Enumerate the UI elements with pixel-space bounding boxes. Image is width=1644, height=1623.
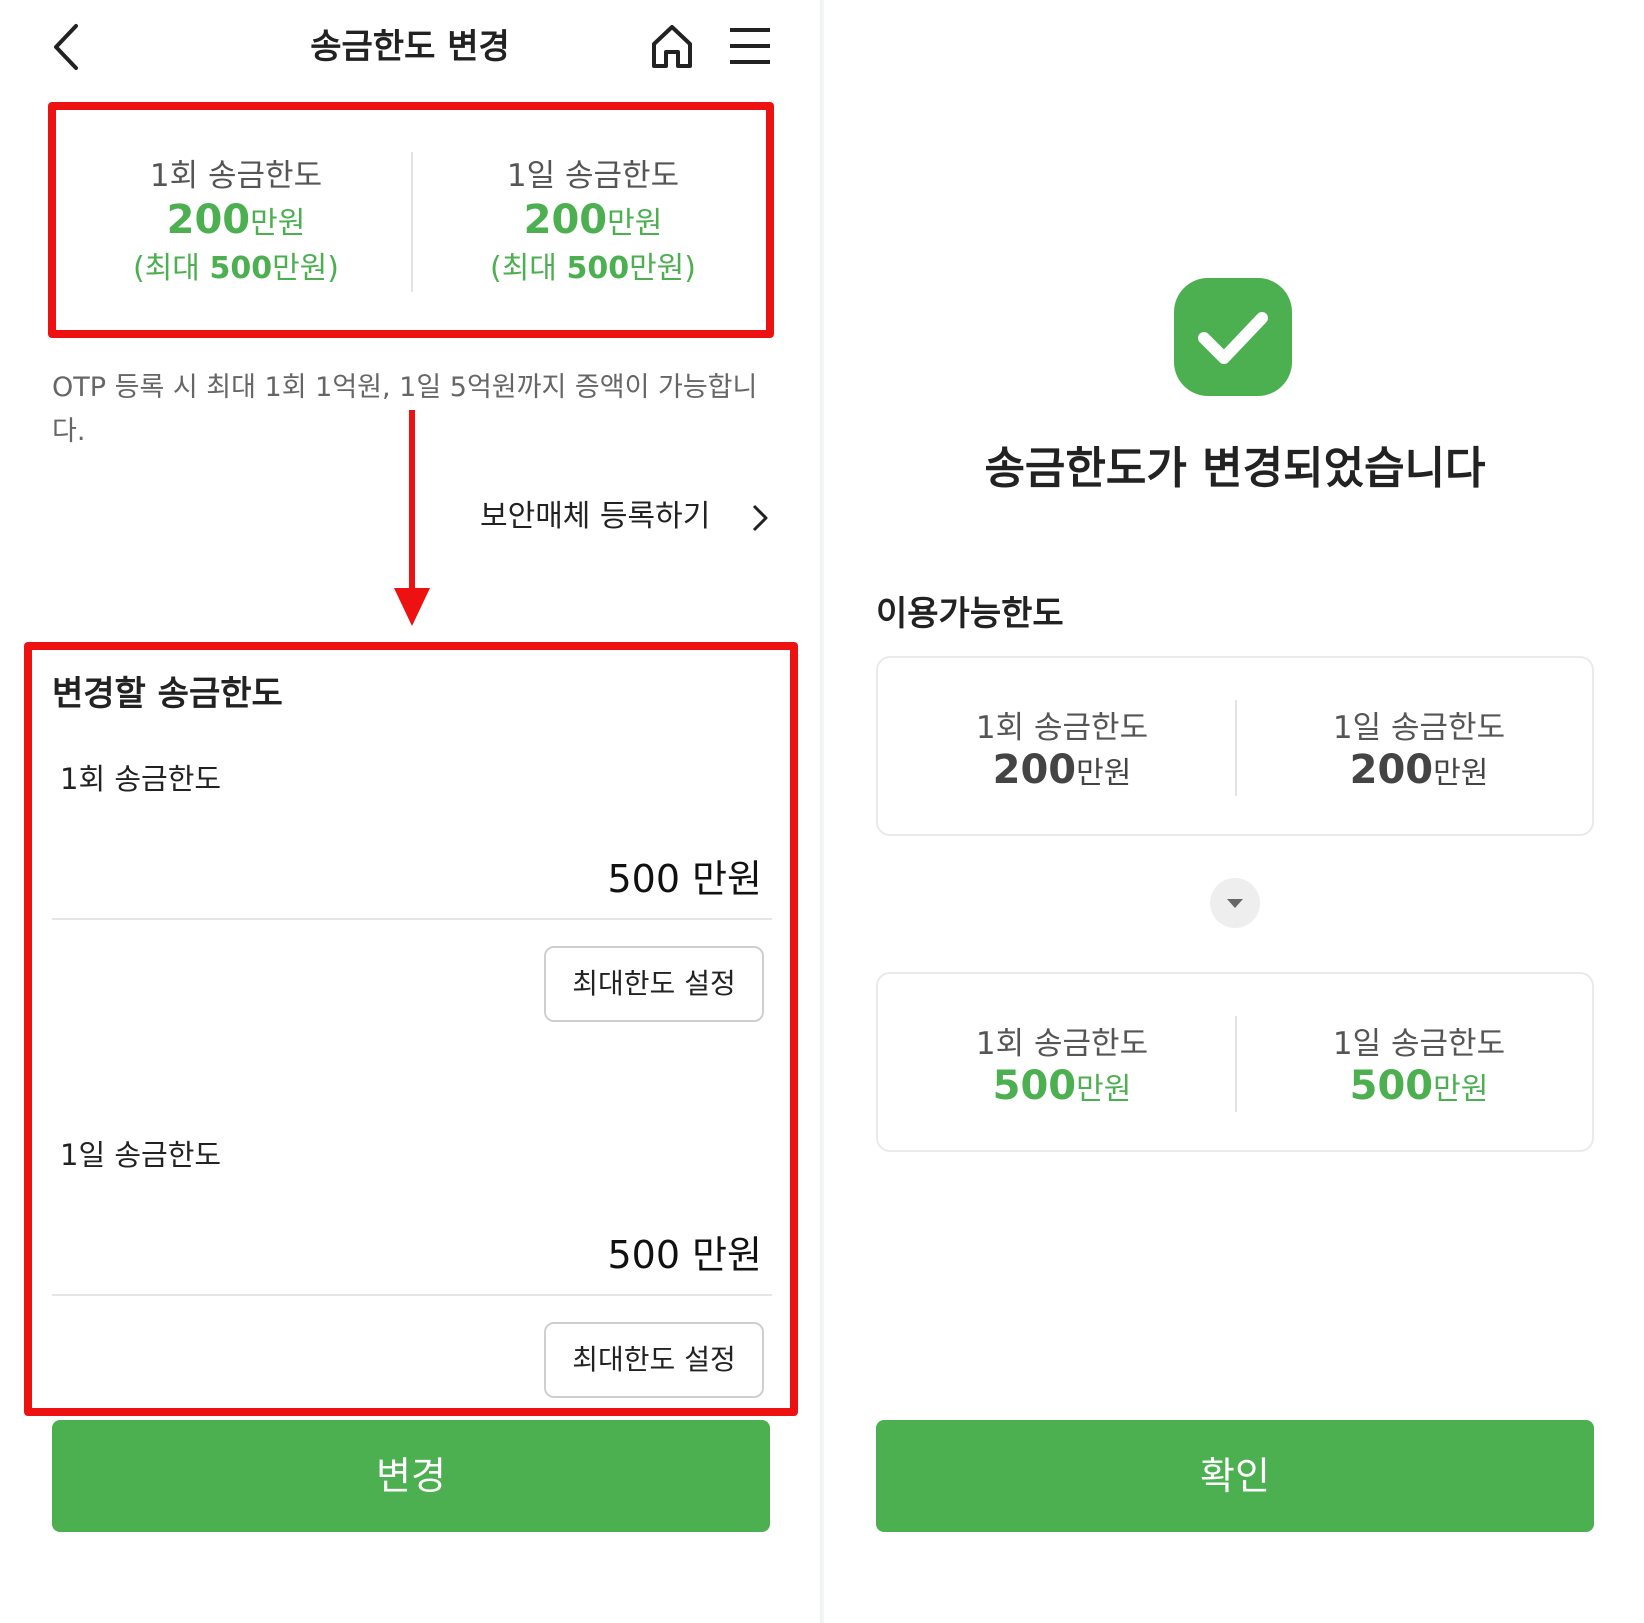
per-day-amount: 200 <box>523 197 608 243</box>
per-day-input[interactable]: 500 만원 <box>420 1224 762 1279</box>
per-transfer-unit: 만원 <box>250 206 306 241</box>
confirm-button[interactable]: 확인 <box>876 1420 1594 1532</box>
security-link-label: 보안매체 등록하기 <box>480 499 711 534</box>
max-close: 만원) <box>629 251 696 286</box>
chevron-left-icon <box>54 24 78 70</box>
success-message: 송금한도가 변경되었습니다 <box>984 443 1486 494</box>
change-complete-screen: 송금한도가 변경되었습니다 이용가능한도 1회 송금한도 200만원 1일 송금… <box>822 0 1644 1623</box>
change-limit-screen: 송금한도 변경 1회 송금한도 200만원 (최대 500만원) 1일 송금한도… <box>0 0 822 1623</box>
before-per-transfer-unit: 만원 <box>1076 756 1132 791</box>
per-transfer-amount: 200 <box>166 197 251 243</box>
after-per-day-amount: 500 <box>1349 1063 1434 1109</box>
after-per-transfer: 1회 송금한도 500만원 <box>892 1018 1232 1109</box>
change-indicator <box>1210 878 1260 928</box>
per-day-max: (최대 500만원) <box>423 243 763 287</box>
before-per-transfer-label: 1회 송금한도 <box>975 710 1149 746</box>
field-underline <box>52 918 772 920</box>
after-per-transfer-label: 1회 송금한도 <box>975 1026 1149 1062</box>
max-open: (최대 <box>490 251 567 286</box>
change-section-title: 변경할 송금한도 <box>52 674 283 714</box>
page-title: 송금한도 변경 <box>310 27 510 67</box>
after-per-day-label: 1일 송금한도 <box>1332 1026 1506 1062</box>
per-transfer-max: (최대 500만원) <box>66 243 406 287</box>
annotation-arrow <box>394 410 430 626</box>
after-per-transfer-unit: 만원 <box>1076 1072 1132 1107</box>
back-button[interactable] <box>48 22 88 72</box>
per-day-max-button[interactable]: 최대한도 설정 <box>544 1322 764 1398</box>
field-underline <box>52 1294 772 1296</box>
before-limits-card: 1회 송금한도 200만원 1일 송금한도 200만원 <box>876 656 1594 836</box>
column-divider <box>1235 700 1237 796</box>
after-per-transfer-amount: 500 <box>992 1063 1077 1109</box>
column-divider <box>1235 1016 1237 1112</box>
per-transfer-label: 1회 송금한도 <box>149 158 323 194</box>
per-transfer-field-label: 1회 송금한도 <box>60 762 222 796</box>
home-button[interactable] <box>650 22 694 70</box>
available-limit-title: 이용가능한도 <box>876 594 1064 634</box>
before-per-day-label: 1일 송금한도 <box>1332 710 1506 746</box>
menu-button[interactable] <box>728 26 772 66</box>
after-per-day-unit: 만원 <box>1433 1072 1489 1107</box>
before-per-day: 1일 송금한도 200만원 <box>1249 702 1589 793</box>
max-amount: 500 <box>209 251 273 286</box>
after-per-day: 1일 송금한도 500만원 <box>1249 1018 1589 1109</box>
chevron-right-icon <box>752 504 768 532</box>
per-day-field-label: 1일 송금한도 <box>60 1138 222 1172</box>
success-badge <box>1174 278 1292 396</box>
security-media-link[interactable]: 보안매체 등록하기 <box>480 496 780 538</box>
after-limits-card: 1회 송금한도 500만원 1일 송금한도 500만원 <box>876 972 1594 1152</box>
per-transfer-current: 1회 송금한도 200만원 (최대 500만원) <box>66 150 406 287</box>
before-per-day-unit: 만원 <box>1433 756 1489 791</box>
column-divider <box>411 152 413 292</box>
caret-down-icon <box>1227 899 1243 908</box>
before-per-transfer-amount: 200 <box>992 747 1077 793</box>
per-day-label: 1일 송금한도 <box>506 158 680 194</box>
current-limits-card: 1회 송금한도 200만원 (최대 500만원) 1일 송금한도 200만원 (… <box>56 110 766 330</box>
per-transfer-input[interactable]: 500 만원 <box>420 848 762 903</box>
per-day-unit: 만원 <box>607 206 663 241</box>
before-per-transfer: 1회 송금한도 200만원 <box>892 702 1232 793</box>
home-icon <box>652 25 692 68</box>
per-day-current: 1일 송금한도 200만원 (최대 500만원) <box>423 150 763 287</box>
check-icon <box>1198 312 1268 364</box>
hamburger-icon <box>730 28 770 64</box>
before-per-day-amount: 200 <box>1349 747 1434 793</box>
max-open: (최대 <box>133 251 210 286</box>
max-amount: 500 <box>566 251 630 286</box>
max-close: 만원) <box>272 251 339 286</box>
change-button[interactable]: 변경 <box>52 1420 770 1532</box>
per-transfer-max-button[interactable]: 최대한도 설정 <box>544 946 764 1022</box>
